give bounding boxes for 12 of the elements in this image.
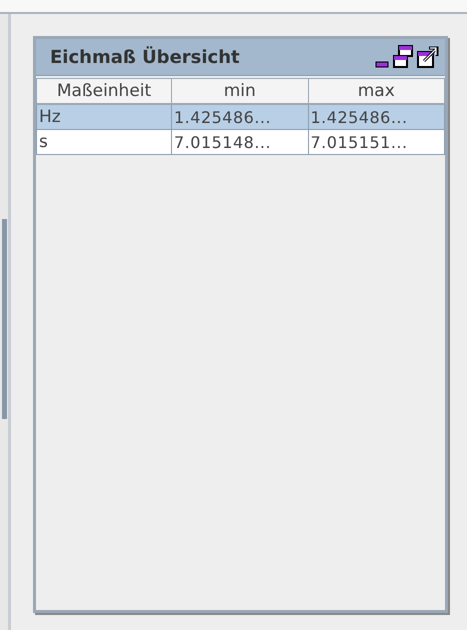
- column-header[interactable]: min: [172, 78, 308, 104]
- window-title: Eichmaß Übersicht: [50, 46, 240, 68]
- table-cell[interactable]: 7.015148...: [172, 130, 308, 154]
- table-cell[interactable]: Hz: [36, 104, 172, 130]
- table-cell[interactable]: 1.425486...: [308, 104, 444, 130]
- table-cell[interactable]: s: [36, 130, 172, 154]
- table-cell[interactable]: 7.015151...: [308, 130, 444, 154]
- restore-icon[interactable]: [393, 45, 413, 69]
- table-cell[interactable]: 1.425486...: [172, 104, 308, 130]
- column-header[interactable]: Maßeinheit: [36, 78, 172, 104]
- maximize-icon[interactable]: [417, 45, 439, 69]
- column-header[interactable]: max: [308, 78, 444, 104]
